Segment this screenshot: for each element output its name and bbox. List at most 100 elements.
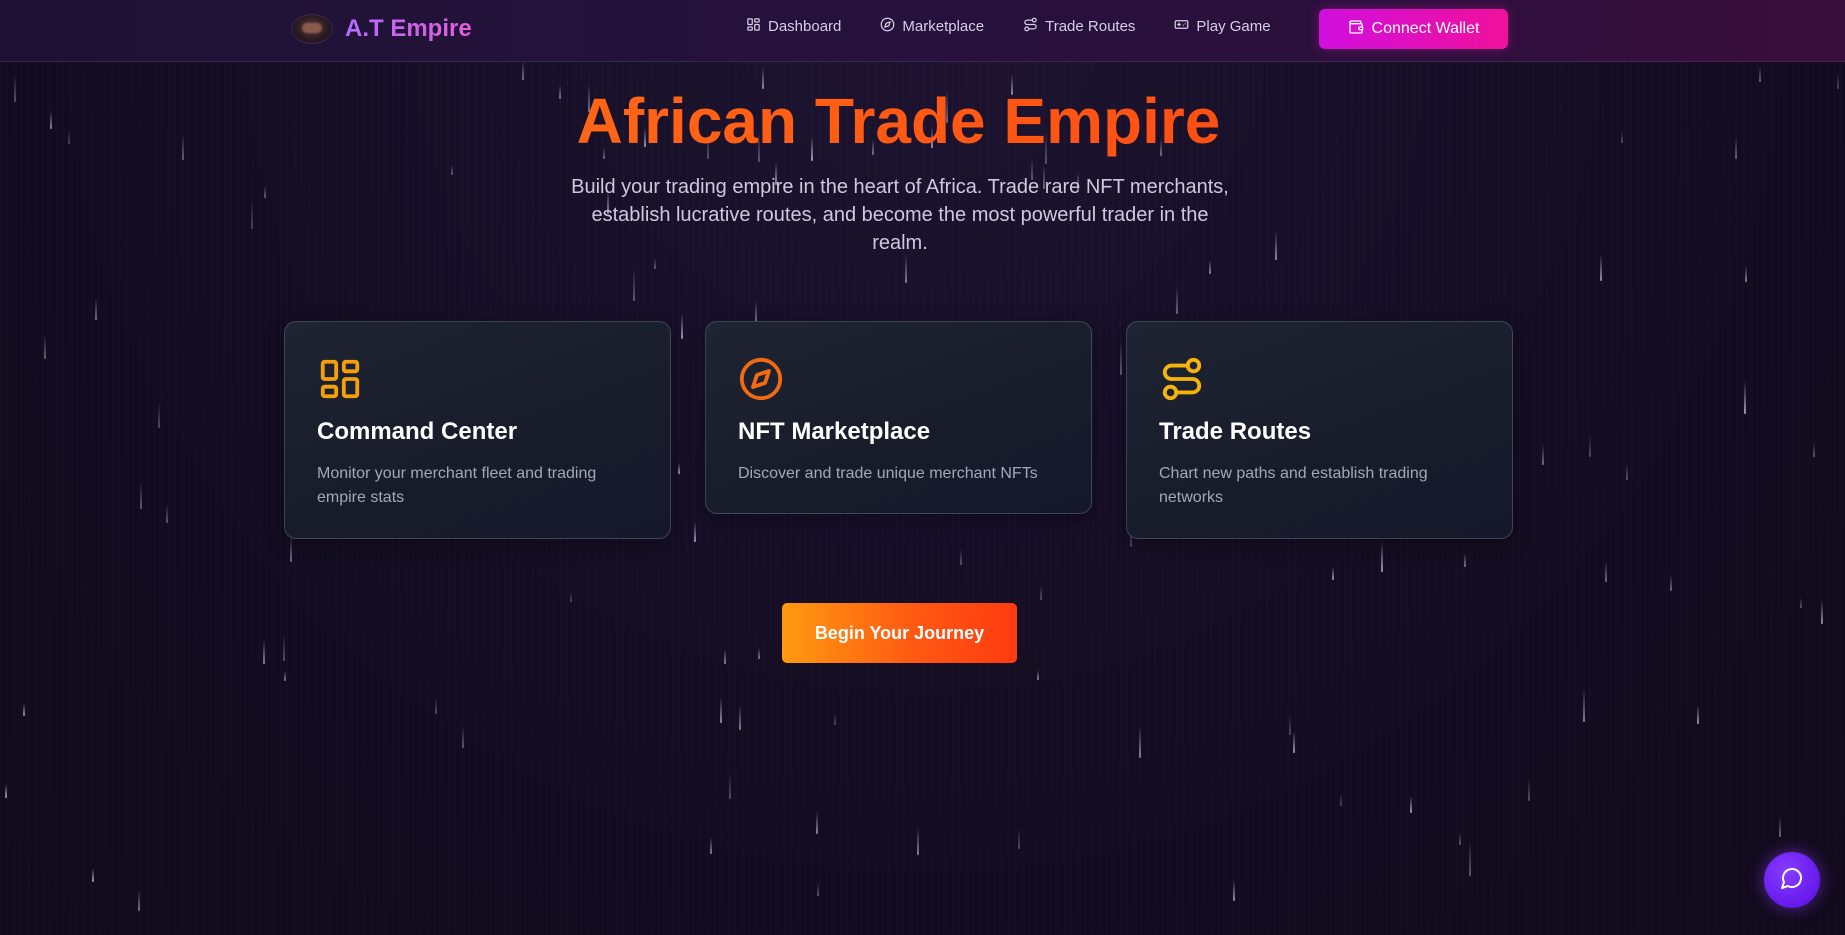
meteor-streak: [1381, 540, 1383, 572]
meteor-streak: [1605, 561, 1607, 582]
top-navbar: A.T Empire Dashboard Marketplace Trade R…: [0, 0, 1845, 62]
feature-card-nft-marketplace[interactable]: NFT Marketplace Discover and trade uniqu…: [705, 321, 1092, 514]
hero-title: African Trade Empire: [0, 84, 1797, 158]
begin-journey-button[interactable]: Begin Your Journey: [782, 603, 1017, 663]
meteor-streak: [251, 199, 253, 229]
meteor-streak: [694, 521, 696, 542]
meteor-streak: [1744, 381, 1746, 414]
nav-item-label: Marketplace: [902, 18, 985, 35]
nav-item-trade-routes[interactable]: Trade Routes: [1023, 17, 1135, 36]
meteor-streak: [570, 592, 572, 602]
meteor-streak: [1289, 714, 1291, 735]
meteor-streak: [435, 698, 437, 714]
meteor-streak: [1821, 600, 1823, 624]
brand-logo: [291, 14, 333, 44]
connect-wallet-button[interactable]: Connect Wallet: [1319, 9, 1508, 49]
feature-card-title: Trade Routes: [1159, 418, 1312, 445]
meteor-streak: [140, 482, 142, 509]
nav-item-dashboard[interactable]: Dashboard: [746, 17, 841, 36]
meteor-streak: [816, 811, 818, 834]
feature-card-title: Command Center: [317, 418, 518, 445]
meteor-streak: [724, 649, 726, 664]
nav-item-label: Trade Routes: [1045, 18, 1136, 35]
feature-card-trade-routes[interactable]: Trade Routes Chart new paths and establi…: [1126, 321, 1513, 539]
nav-item-label: Dashboard: [768, 18, 842, 35]
meteor-streak: [23, 703, 25, 716]
feature-card-command-center[interactable]: Command Center Monitor your merchant fle…: [284, 321, 671, 539]
chat-bubble-icon: [1780, 866, 1804, 895]
meteor-streak: [522, 60, 524, 80]
meteor-streak: [1459, 832, 1461, 845]
meteor-streak: [1589, 436, 1591, 457]
chat-button[interactable]: [1764, 852, 1820, 908]
dashboard-grid-icon: [746, 17, 768, 36]
meteor-streak: [1745, 266, 1747, 282]
meteor-streak: [1340, 793, 1342, 806]
meteor-streak: [654, 258, 656, 269]
meteor-streak: [1469, 841, 1471, 876]
meteor-streak: [1600, 254, 1602, 281]
feature-card-title: NFT Marketplace: [738, 418, 931, 445]
meteor-streak: [1037, 670, 1039, 680]
meteor-streak: [1583, 688, 1585, 722]
meteor-streak: [710, 837, 712, 854]
meteor-streak: [290, 535, 292, 562]
dashboard-grid-icon: [317, 356, 363, 402]
meteor-streak: [1139, 725, 1141, 758]
meteor-streak: [960, 549, 962, 565]
meteor-streak: [817, 883, 819, 896]
feature-card-description: Chart new paths and establish trading ne…: [1159, 465, 1428, 506]
meteor-streak: [1018, 828, 1020, 849]
meteor-streak: [1779, 816, 1781, 837]
meteor-streak: [1040, 585, 1042, 600]
meteor-streak: [1813, 443, 1815, 457]
meteor-streak: [834, 713, 836, 725]
meteor-streak: [1670, 574, 1672, 591]
meteor-streak: [678, 463, 680, 474]
meteor-streak: [1528, 778, 1530, 801]
meteor-streak: [1120, 340, 1122, 375]
meteor-streak: [681, 313, 683, 339]
meteor-streak: [1542, 444, 1544, 465]
brand-name: A.T Empire: [345, 15, 472, 42]
compass-icon: [738, 356, 784, 402]
meteor-streak: [1332, 567, 1334, 580]
compass-icon: [880, 17, 902, 36]
nav-item-marketplace[interactable]: Marketplace: [880, 17, 984, 36]
brand[interactable]: A.T Empire: [291, 12, 472, 46]
meteor-streak: [1800, 598, 1802, 608]
nav-links: Dashboard Marketplace Trade Routes Play …: [746, 17, 1310, 36]
route-icon: [1023, 17, 1045, 36]
meteor-streak: [758, 648, 760, 659]
meteor-streak: [1697, 705, 1699, 724]
meteor-streak: [263, 639, 265, 664]
route-icon: [1159, 356, 1205, 402]
nav-item-label: Play Game: [1196, 18, 1271, 35]
meteor-streak: [1464, 553, 1466, 567]
meteor-streak: [1209, 260, 1211, 274]
meteor-streak: [1837, 72, 1839, 89]
feature-card-description: Monitor your merchant fleet and trading …: [317, 465, 597, 506]
feature-card-description: Discover and trade unique merchant NFTs: [738, 465, 1038, 482]
meteor-streak: [917, 828, 919, 855]
meteor-streak: [284, 671, 286, 681]
meteor-streak: [1293, 731, 1295, 753]
meteor-streak: [138, 890, 140, 911]
wallet-icon: [1348, 19, 1372, 40]
meteor-streak: [283, 634, 285, 661]
meteor-streak: [1176, 286, 1178, 314]
meteor-streak: [1233, 880, 1235, 901]
meteor-streak: [1275, 230, 1277, 260]
meteor-streak: [44, 335, 46, 359]
meteor-streak: [1626, 464, 1628, 480]
gamepad-icon: [1174, 17, 1196, 36]
meteor-streak: [95, 298, 97, 320]
connect-wallet-label: Connect Wallet: [1371, 20, 1480, 37]
page-background: A.T Empire Dashboard Marketplace Trade R…: [0, 0, 1845, 935]
meteor-streak: [5, 784, 7, 798]
meteor-streak: [451, 165, 453, 175]
meteor-streak: [166, 504, 168, 523]
meteor-streak: [720, 697, 722, 723]
nav-item-play-game[interactable]: Play Game: [1174, 17, 1271, 36]
meteor-streak: [1759, 66, 1761, 82]
